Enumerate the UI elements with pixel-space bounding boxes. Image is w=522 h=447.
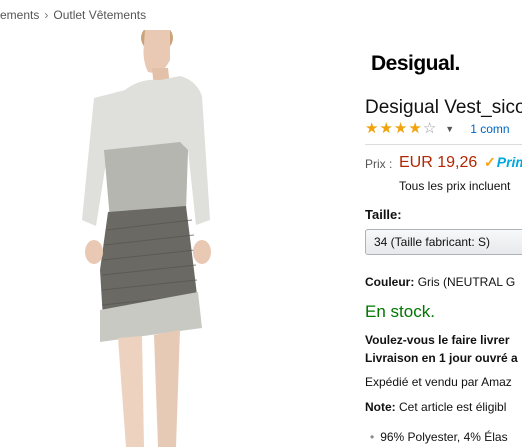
size-label: Taille: (365, 207, 402, 222)
stock-status: En stock. (365, 302, 435, 321)
prime-label: Prim (496, 154, 522, 170)
delivery-info: Voulez-vous le faire livrer Livraison en… (365, 331, 518, 367)
delivery-line-2: Livraison en 1 jour ouvré a (365, 351, 518, 365)
note: Note: Cet article est éligibl (365, 400, 506, 414)
rating[interactable]: ★ ★ ★ ★ ☆ ▼ 1 comn (365, 121, 510, 136)
delivery-line-1: Voulez-vous le faire livrer (365, 333, 510, 347)
tax-note: Tous les prix incluent (399, 179, 511, 193)
star-icon: ★ (379, 120, 393, 137)
note-text: Cet article est éligibl (399, 400, 507, 414)
star-icon: ★ (393, 120, 408, 137)
shipped-by: Expédié et vendu par Amaz (365, 375, 512, 389)
chevron-down-icon[interactable]: ▼ (445, 124, 454, 134)
bullet-icon: • (370, 430, 375, 444)
feature-bullet-text: 96% Polyester, 4% Élas (380, 430, 508, 444)
breadcrumb-prev[interactable]: ements (0, 8, 39, 22)
star-half-icon: ★ (408, 120, 422, 137)
product-image[interactable] (70, 30, 230, 447)
star-empty-icon: ☆ (422, 120, 437, 137)
breadcrumb-separator: › (44, 8, 49, 22)
color-line: Couleur: Gris (NEUTRAL G (365, 275, 515, 289)
feature-bullet: • 96% Polyester, 4% Élas (370, 430, 508, 444)
star-icon: ★ (365, 120, 379, 137)
divider (365, 144, 522, 145)
check-icon: ✓ (484, 154, 496, 170)
color-key: Couleur: (365, 275, 415, 289)
brand-logo[interactable]: Desigual. (371, 52, 460, 76)
star-rating[interactable]: ★ ★ ★ ★ ☆ (365, 121, 437, 136)
price: EUR 19,26 (399, 154, 478, 171)
color-value: Gris (NEUTRAL G (417, 275, 516, 289)
product-title: Desigual Vest_sico (365, 97, 522, 118)
review-count-link[interactable]: 1 comn (470, 122, 509, 136)
breadcrumb-current[interactable]: Outlet Vêtements (53, 8, 146, 22)
price-label: Prix : (365, 157, 393, 171)
note-key: Note: (365, 400, 396, 414)
size-select[interactable]: 34 (Taille fabricant: S) (365, 229, 522, 255)
breadcrumb: ements › Outlet Vêtements (0, 8, 146, 22)
prime-badge[interactable]: ✓Prim (484, 154, 522, 171)
